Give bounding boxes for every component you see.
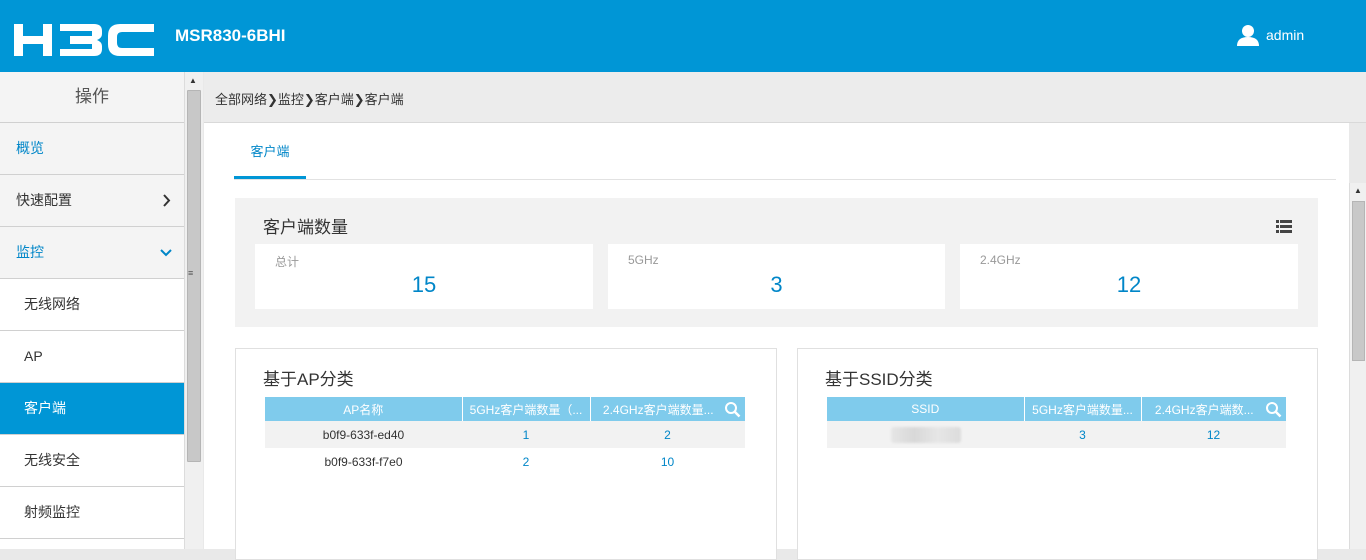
column-header-ssid[interactable]: SSID bbox=[827, 397, 1025, 421]
h3c-logo[interactable] bbox=[12, 20, 157, 60]
top-header: MSR830-6BHI admin bbox=[0, 0, 1366, 72]
sidebar-subitem-wireless-security[interactable]: 无线安全 bbox=[0, 435, 184, 487]
ssid-cell bbox=[827, 421, 1024, 448]
chevron-right-icon bbox=[163, 194, 171, 207]
sidebar-scrollbar[interactable]: ▲ ≡ bbox=[184, 72, 203, 549]
username: admin bbox=[1266, 27, 1305, 43]
user-icon bbox=[1237, 25, 1259, 46]
sidebar-item-label: 概览 bbox=[16, 140, 44, 156]
blurred-ssid bbox=[890, 426, 961, 443]
card-label: 5GHz bbox=[628, 253, 659, 267]
table-row[interactable]: 3 12 bbox=[827, 421, 1286, 448]
header-label: 2.4GHz客户端数... bbox=[1154, 402, 1254, 417]
main-content: 客户端 客户端数量 总计 15 5GHz 3 2.4GHz 12 基于AP分类 bbox=[204, 123, 1349, 560]
user-menu[interactable]: admin bbox=[1236, 24, 1304, 46]
card-value[interactable]: 12 bbox=[960, 272, 1298, 298]
ap-name-cell: b0f9-633f-f7e0 bbox=[324, 454, 403, 469]
search-icon[interactable] bbox=[1265, 401, 1282, 418]
sidebar-item-monitor[interactable]: 监控 bbox=[0, 227, 184, 279]
device-model: MSR830-6BHI bbox=[175, 26, 286, 45]
sidebar-item-quick-config[interactable]: 快速配置 bbox=[0, 175, 184, 227]
scroll-up-arrow-icon[interactable]: ▲ bbox=[1354, 186, 1362, 195]
tab-client[interactable]: 客户端 bbox=[234, 123, 306, 179]
column-header-ap-name[interactable]: AP名称 bbox=[265, 397, 463, 421]
scroll-up-arrow-icon[interactable]: ▲ bbox=[189, 76, 197, 85]
card-value[interactable]: 3 bbox=[608, 272, 945, 298]
5ghz-count-cell[interactable]: 3 bbox=[1024, 421, 1141, 448]
sidebar-subitem-ap[interactable]: AP bbox=[0, 331, 184, 383]
2-4ghz-count-cell[interactable]: 10 bbox=[590, 448, 745, 475]
2-4ghz-count-cell[interactable]: 12 bbox=[1141, 421, 1286, 448]
panel-title: 客户端数量 bbox=[263, 218, 348, 237]
5ghz-count-cell[interactable]: 2 bbox=[462, 448, 590, 475]
sidebar-item-label: 监控 bbox=[16, 244, 44, 260]
ap-table: AP名称 5GHz客户端数量（... 2.4GHz客户端数量... b0f9-6… bbox=[265, 397, 745, 475]
2-4ghz-count-cell[interactable]: 2 bbox=[590, 421, 745, 448]
breadcrumb: 全部网络❯监控❯客户端❯客户端 bbox=[204, 72, 1366, 123]
search-icon[interactable] bbox=[724, 401, 741, 418]
panel-title: 基于SSID分类 bbox=[825, 370, 933, 389]
sidebar-item-overview[interactable]: 概览 bbox=[0, 123, 184, 175]
scroll-grip-icon: ≡ bbox=[188, 268, 194, 278]
card-value[interactable]: 15 bbox=[255, 272, 593, 298]
5ghz-count-cell[interactable]: 1 bbox=[462, 421, 590, 448]
by-ap-panel: 基于AP分类 AP名称 5GHz客户端数量（... 2.4GHz客户端数量... bbox=[235, 348, 777, 560]
2-4ghz-count-card: 2.4GHz 12 bbox=[960, 244, 1298, 309]
table-header-row: SSID 5GHz客户端数量... 2.4GHz客户端数... bbox=[827, 397, 1286, 421]
sidebar: 操作 概览 快速配置 监控 无线网络 AP 客户端 无线安全 射频监控 bbox=[0, 72, 184, 549]
panel-title: 基于AP分类 bbox=[263, 370, 354, 389]
card-label: 总计 bbox=[275, 255, 300, 269]
by-ssid-panel: 基于SSID分类 SSID 5GHz客户端数量... 2.4GHz客户端数... bbox=[797, 348, 1318, 560]
column-header-5ghz[interactable]: 5GHz客户端数量... bbox=[1024, 397, 1142, 421]
sidebar-subitem-rf-monitor[interactable]: 射频监控 bbox=[0, 487, 184, 539]
chevron-down-icon bbox=[160, 249, 172, 257]
column-header-2-4ghz[interactable]: 2.4GHz客户端数... bbox=[1141, 397, 1286, 421]
table-row[interactable]: b0f9-633f-ed40 1 2 bbox=[265, 421, 745, 448]
sidebar-title: 操作 bbox=[0, 72, 184, 123]
sidebar-subitem-wireless-network[interactable]: 无线网络 bbox=[0, 279, 184, 331]
total-count-card: 总计 15 bbox=[255, 244, 593, 309]
column-header-2-4ghz[interactable]: 2.4GHz客户端数量... bbox=[590, 397, 745, 421]
list-icon[interactable] bbox=[1276, 220, 1292, 233]
card-label: 2.4GHz bbox=[980, 253, 1021, 267]
sidebar-item-label: 快速配置 bbox=[16, 192, 72, 208]
sidebar-subitem-client[interactable]: 客户端 bbox=[0, 383, 184, 435]
client-count-panel: 客户端数量 总计 15 5GHz 3 2.4GHz 12 bbox=[235, 198, 1318, 327]
main-scrollbar[interactable]: ▲ bbox=[1349, 183, 1366, 549]
header-label: 2.4GHz客户端数量... bbox=[602, 402, 714, 417]
table-row[interactable]: b0f9-633f-f7e0 2 10 bbox=[265, 448, 745, 475]
5ghz-count-card: 5GHz 3 bbox=[608, 244, 945, 309]
scrollbar-thumb[interactable] bbox=[1352, 201, 1365, 361]
tab-bar: 客户端 bbox=[234, 123, 1336, 180]
ssid-table: SSID 5GHz客户端数量... 2.4GHz客户端数... 3 12 bbox=[827, 397, 1286, 448]
ap-name-cell: b0f9-633f-ed40 bbox=[265, 421, 462, 448]
column-header-5ghz[interactable]: 5GHz客户端数量（... bbox=[462, 397, 591, 421]
breadcrumb-text: 全部网络❯监控❯客户端❯客户端 bbox=[215, 92, 404, 107]
table-header-row: AP名称 5GHz客户端数量（... 2.4GHz客户端数量... bbox=[265, 397, 745, 421]
